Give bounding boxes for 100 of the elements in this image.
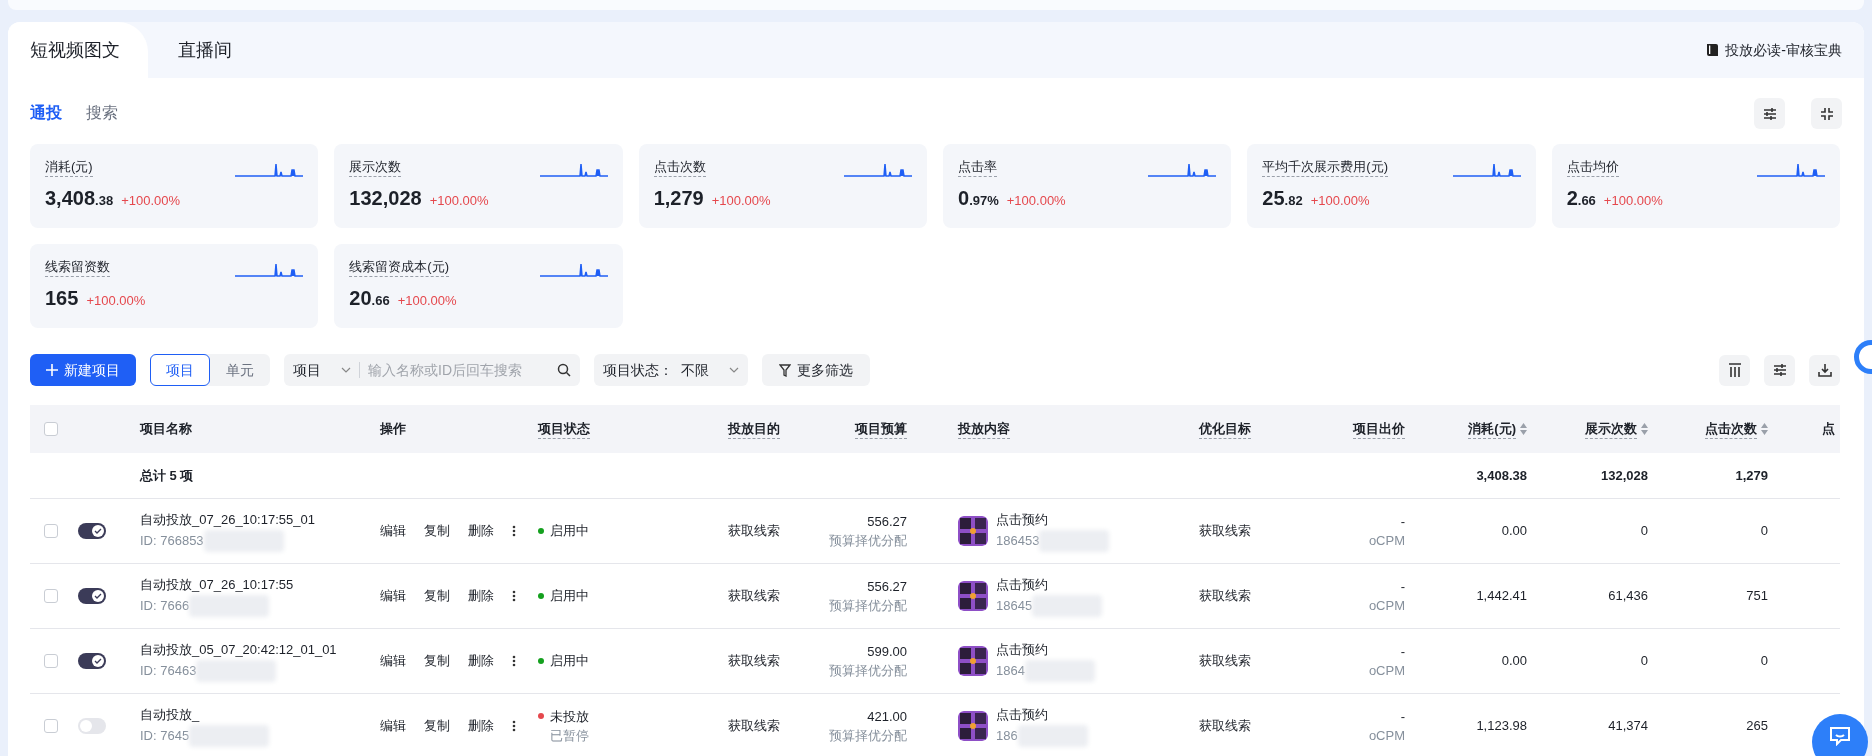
metric-card[interactable]: 线索留资数 165 +100.00% <box>30 244 319 328</box>
metric-card[interactable]: 展示次数 132,028 +100.00% <box>334 144 623 228</box>
column-header[interactable]: 操作 <box>380 419 406 439</box>
guide-link[interactable]: 投放必读-审核宝典 <box>1706 22 1842 78</box>
content-id: 186453 <box>996 532 1040 550</box>
action-link[interactable]: 复制 <box>424 651 450 671</box>
metric-value: 3,408.38 <box>45 186 114 211</box>
project-id: ID: 7645 <box>140 727 190 745</box>
checkbox[interactable] <box>44 654 58 668</box>
column-header[interactable]: 优化目标 <box>1199 418 1251 440</box>
sparkline-drawing <box>1452 161 1521 177</box>
column-header[interactable]: 点击次数 <box>1705 418 1768 440</box>
project-name[interactable]: 自动投放_05_07_20:42:12_01_01 <box>140 640 370 660</box>
metric-card[interactable]: 点击次数 1,279 +100.00% <box>638 144 927 228</box>
toggle-switch[interactable] <box>78 653 106 669</box>
toggle-switch[interactable] <box>78 718 106 734</box>
action-link[interactable]: 复制 <box>424 716 450 736</box>
table-cell-text: 132,028 <box>1601 466 1648 485</box>
project-name[interactable]: 自动投放_07_26_10:17:55_01 <box>140 510 370 530</box>
action-link[interactable]: 编辑 <box>380 651 406 671</box>
content-id: 186 <box>996 727 1018 745</box>
settings-button[interactable] <box>1754 98 1785 129</box>
sub-tab[interactable]: 通投 <box>30 101 62 125</box>
budget-mode: 预算择优分配 <box>829 597 907 615</box>
content-id: 1864 <box>996 662 1025 680</box>
metric-value: 25.82 <box>1262 186 1303 211</box>
action-link[interactable]: 删除 <box>468 586 494 606</box>
table-cell-text: 41,374 <box>1608 717 1648 736</box>
table-cell-text: 获取线索 <box>1199 652 1251 671</box>
toggle-switch[interactable] <box>78 523 106 539</box>
bid-type: oCPM <box>1368 532 1405 550</box>
metric-card[interactable]: 消耗(元) 3,408.38 +100.00% <box>30 144 319 228</box>
metric-change: +100.00% <box>711 192 771 210</box>
budget-value: 556.27 <box>867 512 907 531</box>
table-cell-text: 265 <box>1746 717 1768 736</box>
project-name[interactable]: 自动投放_07_26_10:17:55 <box>140 575 370 595</box>
search-field[interactable]: 项目 输入名称或ID后回车搜索 <box>284 354 580 386</box>
column-header[interactable]: 消耗(元) <box>1468 418 1527 440</box>
chat-icon <box>1829 726 1851 746</box>
table-cell-text: 0 <box>1760 652 1768 671</box>
column-header[interactable]: 投放目的 <box>728 418 780 440</box>
bid-type: oCPM <box>1368 727 1405 745</box>
table-cell-text: 0.00 <box>1501 522 1527 541</box>
action-link[interactable]: 编辑 <box>380 521 406 541</box>
action-link[interactable]: 复制 <box>424 521 450 541</box>
metric-title: 点击次数 <box>653 158 706 177</box>
top-tab[interactable]: 直播间 <box>148 22 268 78</box>
more-icon[interactable] <box>512 590 516 602</box>
action-link[interactable]: 删除 <box>468 521 494 541</box>
more-icon[interactable] <box>512 655 516 667</box>
content-id: 18645 <box>996 597 1033 615</box>
action-link[interactable]: 删除 <box>468 716 494 736</box>
more-icon[interactable] <box>512 525 516 537</box>
column-header[interactable]: 点 <box>1822 419 1835 439</box>
top-tab[interactable]: 短视频图文 <box>8 22 148 78</box>
column-header[interactable]: 投放内容 <box>958 418 1010 440</box>
column-header[interactable]: 项目状态 <box>538 418 590 440</box>
metric-change: +100.00% <box>1310 192 1370 210</box>
view-toggle[interactable]: 项目 <box>150 354 210 386</box>
bid-type: oCPM <box>1368 662 1405 680</box>
sub-tab[interactable]: 搜索 <box>86 101 118 125</box>
table-cell-text: 获取线索 <box>728 652 780 671</box>
collapse-button[interactable] <box>1811 98 1842 129</box>
status-filter[interactable]: 项目状态： 不限 <box>594 354 748 386</box>
metric-card[interactable]: 平均千次展示费用(元) 25.82 +100.00% <box>1247 144 1536 228</box>
metric-card[interactable]: 线索留资成本(元) 20.66 +100.00% <box>334 244 623 328</box>
action-link[interactable]: 删除 <box>468 651 494 671</box>
checkbox[interactable] <box>44 719 58 733</box>
project-name[interactable]: 自动投放_ <box>140 705 370 725</box>
toggle-switch[interactable] <box>78 588 106 604</box>
metric-title: 线索留资成本(元) <box>349 258 449 277</box>
column-header[interactable]: 项目预算 <box>855 418 907 440</box>
checkbox[interactable] <box>44 422 58 436</box>
settings-button[interactable] <box>1764 354 1795 386</box>
checkbox[interactable] <box>44 524 58 538</box>
checkbox[interactable] <box>44 589 58 603</box>
metric-card[interactable]: 点击率 0.97% +100.00% <box>943 144 1232 228</box>
column-header[interactable]: 展示次数 <box>1585 418 1648 440</box>
more-filter-button[interactable]: 更多筛选 <box>762 354 870 386</box>
bid-type: oCPM <box>1368 597 1405 615</box>
metric-title: 平均千次展示费用(元) <box>1262 158 1388 177</box>
budget-value: 556.27 <box>867 577 907 596</box>
metric-value: 2.66 <box>1566 186 1596 211</box>
more-icon[interactable] <box>512 720 516 732</box>
view-toggle[interactable]: 单元 <box>210 354 270 386</box>
status-text: 启用中 <box>550 522 589 541</box>
download-button[interactable] <box>1809 354 1840 386</box>
new-project-button[interactable]: 新建项目 <box>30 354 136 386</box>
column-header[interactable]: 项目名称 <box>140 419 192 439</box>
chevron-icon <box>341 367 351 373</box>
sort-icon <box>1520 423 1527 435</box>
action-link[interactable]: 编辑 <box>380 716 406 736</box>
metric-title: 点击率 <box>958 158 997 177</box>
search-input[interactable]: 输入名称或ID后回车搜索 <box>368 359 548 381</box>
action-link[interactable]: 编辑 <box>380 586 406 606</box>
column-header[interactable]: 项目出价 <box>1353 418 1405 440</box>
action-link[interactable]: 复制 <box>424 586 450 606</box>
metric-card[interactable]: 点击均价 2.66 +100.00% <box>1551 144 1840 228</box>
table-cell-text: 61,436 <box>1608 587 1648 606</box>
columns-button[interactable] <box>1719 354 1750 386</box>
